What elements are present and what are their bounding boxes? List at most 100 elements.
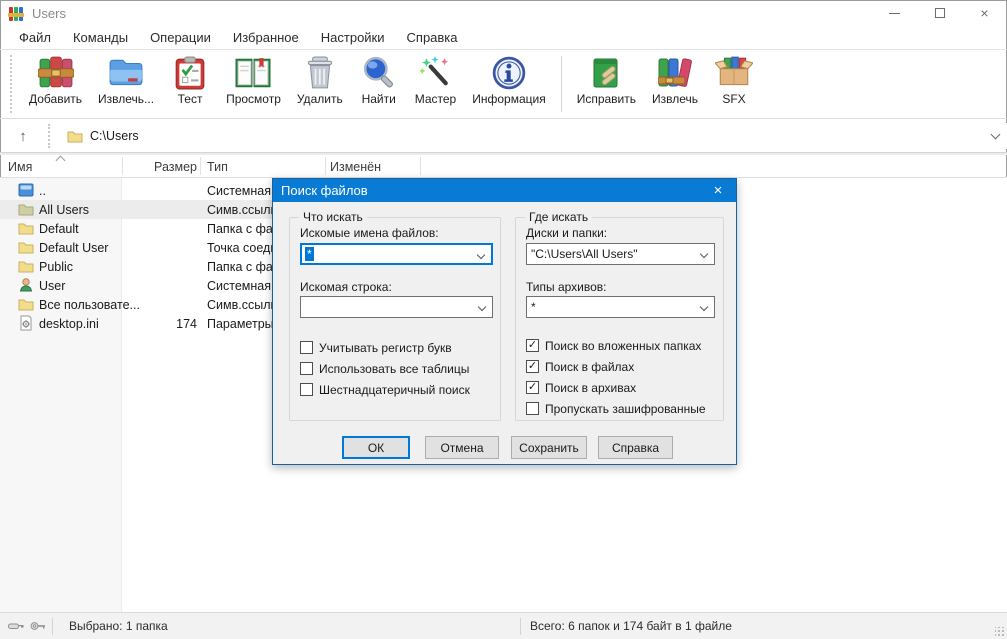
case-sensitive-checkbox[interactable]	[300, 341, 313, 354]
folder-icon	[18, 239, 34, 255]
search-in-archives-checkbox[interactable]	[526, 381, 539, 394]
status-total: Всего: 6 папок и 174 байт в 1 файле	[530, 619, 732, 633]
address-bar-grip[interactable]	[48, 124, 51, 148]
what-checkboxes: Учитывать регистр букв Использовать все …	[300, 337, 470, 400]
toolbar-separator	[561, 56, 562, 112]
file-names-label: Искомые имена файлов:	[300, 226, 439, 240]
menu-help[interactable]: Справка	[396, 27, 469, 48]
toolbar-label: Удалить	[297, 92, 343, 106]
dialog-close-button[interactable]: ×	[700, 179, 736, 202]
close-icon: ×	[980, 5, 988, 21]
up-one-level-button[interactable]: ↑	[8, 123, 38, 149]
maximize-icon	[935, 8, 945, 18]
repair-icon	[591, 56, 621, 90]
group-legend: Что искать	[299, 210, 367, 224]
resize-grip[interactable]	[995, 627, 1005, 637]
test-button[interactable]: Тест	[162, 54, 218, 114]
menu-operations[interactable]: Операции	[139, 27, 222, 48]
where-checkboxes: Поиск во вложенных папках Поиск в файлах…	[526, 335, 706, 419]
maximize-button[interactable]	[917, 0, 962, 26]
menu-settings[interactable]: Настройки	[310, 27, 396, 48]
help-button[interactable]: Справка	[598, 436, 673, 459]
status-key-icon	[8, 621, 24, 631]
menu-bar: Файл Команды Операции Избранное Настройк…	[0, 26, 1007, 49]
up-arrow-icon: ↑	[19, 128, 27, 145]
repair-button[interactable]: Исправить	[569, 54, 644, 114]
menu-commands[interactable]: Команды	[62, 27, 139, 48]
wizard-button[interactable]: Мастер	[407, 54, 465, 114]
folder-up-icon	[18, 182, 34, 198]
view-button[interactable]: Просмотр	[218, 54, 289, 114]
search-dialog: Поиск файлов × Что искать Искомые имена …	[272, 178, 737, 465]
info-button[interactable]: Информация	[464, 54, 553, 114]
search-in-files-checkbox[interactable]	[526, 360, 539, 373]
checkbox-row[interactable]: Учитывать регистр букв	[300, 337, 470, 358]
subfolders-checkbox[interactable]	[526, 339, 539, 352]
chevron-down-icon[interactable]	[700, 250, 708, 258]
close-button[interactable]: ×	[962, 0, 1007, 26]
checkbox-row[interactable]: Поиск во вложенных папках	[526, 335, 706, 356]
checkbox-row[interactable]: Поиск в файлах	[526, 356, 706, 377]
chevron-down-icon[interactable]	[477, 251, 485, 259]
toolbar-label: Тест	[178, 92, 203, 106]
extract-to-button[interactable]: Извлечь...	[90, 54, 162, 114]
minimize-icon	[889, 13, 900, 14]
disks-folders-label: Диски и папки:	[526, 226, 607, 240]
close-icon: ×	[714, 182, 723, 199]
disks-folders-combobox[interactable]: "C:\Users\All Users"	[526, 243, 715, 265]
extract-icon	[658, 56, 692, 90]
hex-search-checkbox[interactable]	[300, 383, 313, 396]
toolbar-label: Добавить	[29, 92, 82, 106]
disks-folders-value: "C:\Users\All Users"	[531, 247, 638, 261]
sort-ascending-icon	[56, 156, 66, 166]
address-dropdown-icon[interactable]	[991, 129, 1001, 139]
skip-encrypted-checkbox[interactable]	[526, 402, 539, 415]
toolbar-label: Извлечь...	[98, 92, 154, 106]
test-icon	[174, 56, 206, 90]
all-tables-checkbox[interactable]	[300, 362, 313, 375]
search-string-combobox[interactable]	[300, 296, 493, 318]
checkbox-row[interactable]: Использовать все таблицы	[300, 358, 470, 379]
column-divider[interactable]	[420, 157, 421, 175]
column-size[interactable]: Размер	[154, 160, 197, 174]
sfx-icon	[715, 56, 753, 90]
address-field[interactable]: C:\Users	[59, 123, 1007, 149]
save-button[interactable]: Сохранить	[511, 436, 587, 459]
toolbar-grip[interactable]	[10, 55, 13, 113]
archive-types-label: Типы архивов:	[526, 280, 607, 294]
column-name[interactable]: Имя	[8, 160, 32, 174]
file-names-combobox[interactable]: *	[300, 243, 493, 265]
checkbox-row[interactable]: Шестнадцатеричный поиск	[300, 379, 470, 400]
status-separator	[520, 618, 521, 635]
folder-icon	[18, 296, 34, 312]
wizard-icon	[418, 56, 452, 90]
minimize-button[interactable]	[872, 0, 917, 26]
menu-favorites[interactable]: Избранное	[222, 27, 310, 48]
cancel-button[interactable]: Отмена	[425, 436, 499, 459]
delete-icon	[304, 56, 336, 90]
checkbox-row[interactable]: Поиск в архивах	[526, 377, 706, 398]
address-bar: ↑ C:\Users	[0, 120, 1007, 153]
find-button[interactable]: Найти	[351, 54, 407, 114]
column-divider[interactable]	[325, 157, 326, 175]
winrar-window: Users × Файл Команды Операции Избранное …	[0, 0, 1007, 639]
menu-file[interactable]: Файл	[8, 27, 62, 48]
extract-button[interactable]: Извлечь	[644, 54, 706, 114]
archive-types-combobox[interactable]: *	[526, 296, 715, 318]
where-to-search-group: Где искать Диски и папки: "C:\Users\All …	[515, 217, 724, 421]
dialog-title: Поиск файлов	[281, 183, 368, 198]
status-bar: Выбрано: 1 папка Всего: 6 папок и 174 ба…	[0, 612, 1007, 639]
chevron-down-icon[interactable]	[700, 303, 708, 311]
ok-button[interactable]: ОК	[342, 436, 410, 459]
chevron-down-icon[interactable]	[478, 303, 486, 311]
checkbox-row[interactable]: Пропускать зашифрованные	[526, 398, 706, 419]
column-modified[interactable]: Изменён	[330, 160, 381, 174]
column-divider[interactable]	[200, 157, 201, 175]
column-divider[interactable]	[122, 157, 123, 175]
sfx-button[interactable]: SFX	[706, 54, 762, 114]
delete-button[interactable]: Удалить	[289, 54, 351, 114]
file-names-value: *	[305, 247, 314, 261]
column-type[interactable]: Тип	[207, 160, 228, 174]
add-button[interactable]: Добавить	[21, 54, 90, 114]
dialog-title-bar[interactable]: Поиск файлов ×	[273, 179, 736, 202]
